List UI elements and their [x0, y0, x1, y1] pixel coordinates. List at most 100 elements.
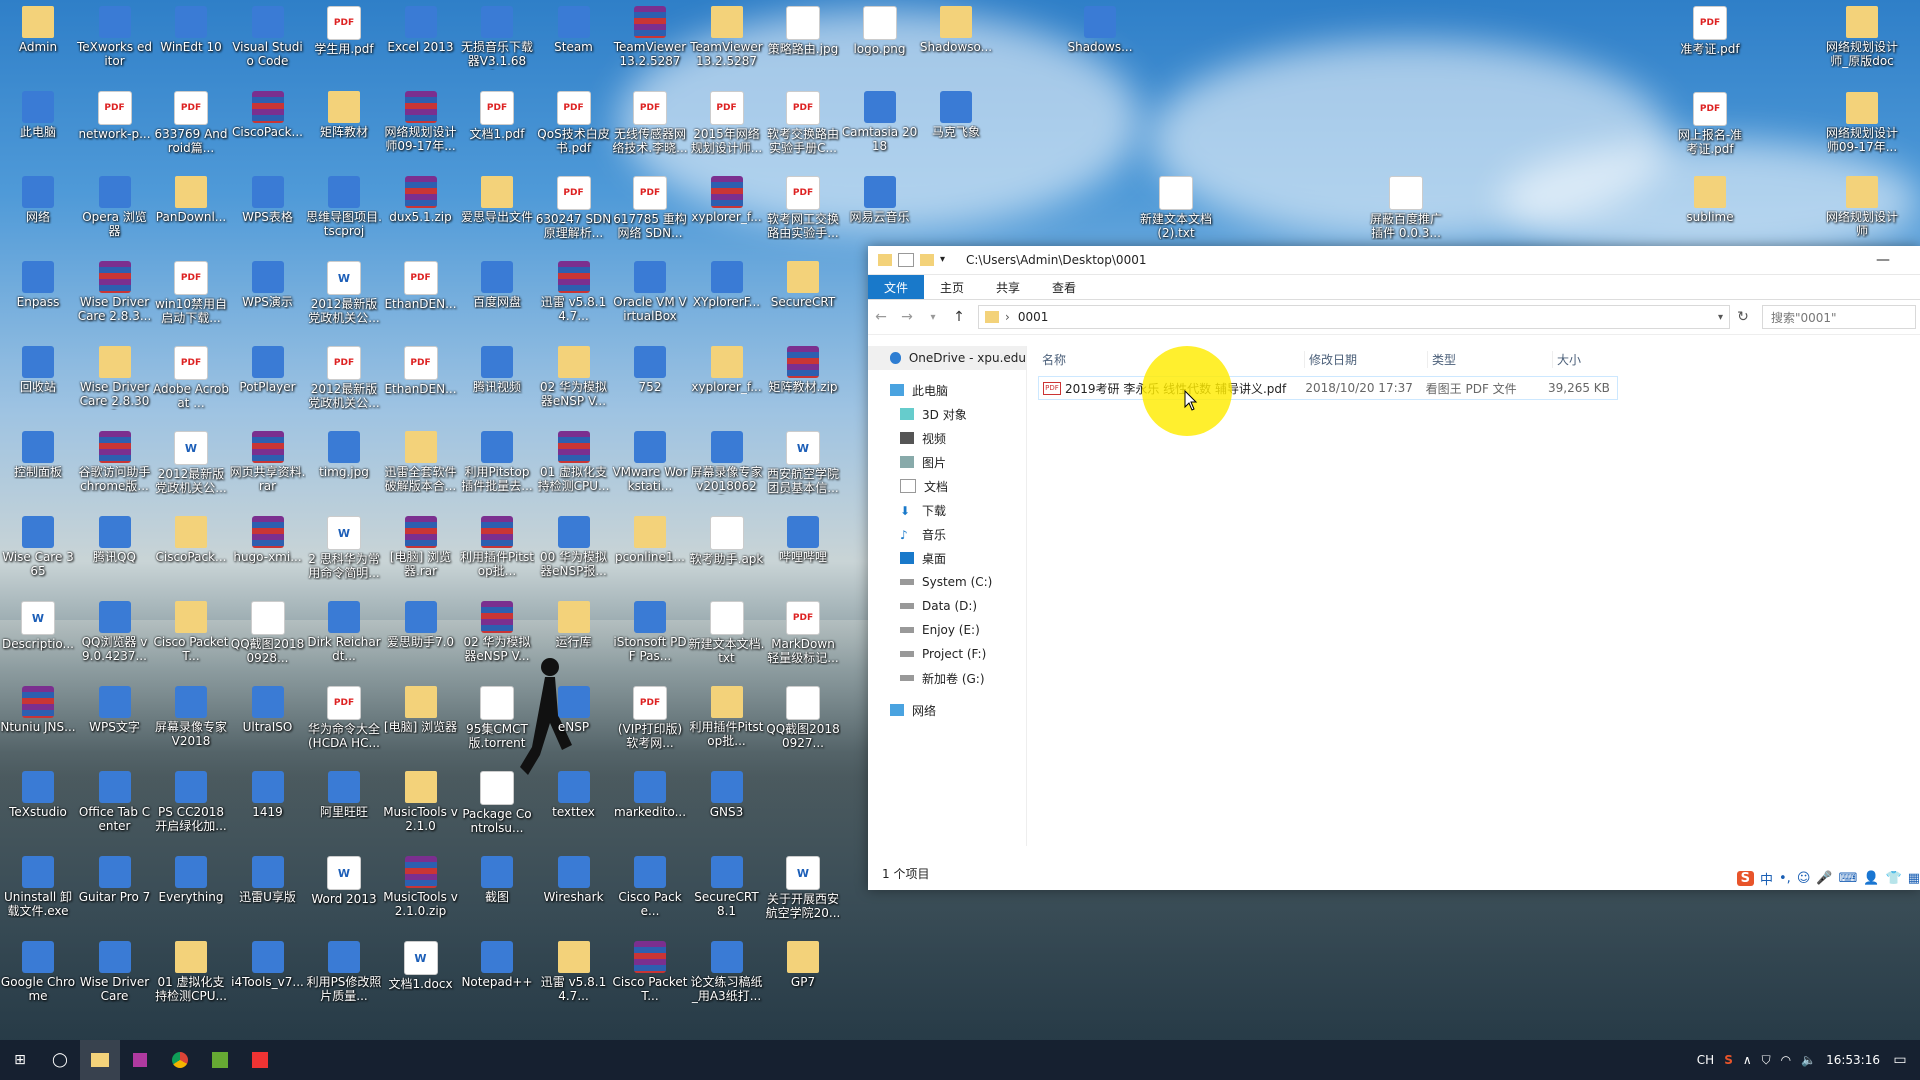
desktop-icon-item[interactable]: SecureCRT — [765, 259, 841, 343]
desktop-icon-item[interactable]: 752 — [612, 344, 688, 428]
desktop-icon-item[interactable]: PDF EthanDEN... — [383, 344, 459, 428]
user-icon[interactable]: 👤 — [1863, 871, 1879, 886]
up-button[interactable]: ↑ — [946, 309, 972, 325]
nav-item-3d-objects[interactable]: 3D 对象 — [868, 402, 1026, 426]
desktop-icon-item[interactable]: 屏幕录像专家v20180628... — [689, 429, 765, 513]
desktop-icon-item[interactable]: QQ浏览器 v9.0.4237... — [77, 599, 153, 683]
desktop-icon-item[interactable]: 截图 — [459, 854, 535, 938]
desktop-icon-item[interactable]: 马克飞象 — [918, 89, 994, 173]
desktop-icon-item[interactable]: PDF 617785 重构网络 SDN... — [612, 174, 688, 258]
desktop-icon-item[interactable]: MusicTools v2.1.0.zip — [383, 854, 459, 938]
desktop-icon-item[interactable]: 控制面板 — [0, 429, 76, 513]
wifi-icon[interactable]: ◠ — [1781, 1053, 1791, 1067]
desktop-icon-item[interactable]: 02 华为模拟器eNSP V... — [536, 344, 612, 428]
emoji-icon[interactable]: ☺ — [1797, 871, 1811, 886]
ime-toolbar[interactable]: S 中 •, ☺ 🎤 ⌨ 👤 👕 ▦ — [1736, 869, 1920, 888]
desktop-icon-item[interactable]: PDF win10禁用自启动下载... — [153, 259, 229, 343]
taskbar-explorer-icon[interactable] — [80, 1040, 120, 1080]
desktop-icon-item[interactable]: 01 虚拟化支持检测CPU... — [153, 939, 229, 1023]
nav-item-drive-f[interactable]: Project (F:) — [868, 642, 1026, 666]
desktop-icon-item[interactable]: dux5.1.zip — [383, 174, 459, 258]
desktop-icon-item[interactable]: 网络规划设计师_原版doc — [1824, 4, 1900, 88]
desktop-icon-item[interactable]: Package Controlsu... — [459, 769, 535, 853]
desktop-icon-item[interactable]: 谷歌访问助手chrome版... — [77, 429, 153, 513]
language-indicator[interactable]: CH — [1697, 1053, 1714, 1067]
nav-item-this-pc[interactable]: 此电脑 — [868, 378, 1026, 402]
desktop-icon-item[interactable]: Google Chrome — [0, 939, 76, 1023]
desktop-icon-item[interactable]: iStonsoft PDF Pas... — [612, 599, 688, 683]
desktop-icon-item[interactable]: 迅雷全套软件破解版本合... — [383, 429, 459, 513]
desktop-icon-item[interactable]: Wise Care 365 — [0, 514, 76, 598]
properties-icon[interactable] — [898, 253, 914, 267]
tab-view[interactable]: 查看 — [1036, 275, 1092, 299]
desktop-icon-item[interactable]: PDF 633769 Android篇... — [153, 89, 229, 173]
desktop-icon-item[interactable]: TeXworks editor — [77, 4, 153, 88]
nav-item-downloads[interactable]: ⬇ 下载 — [868, 498, 1026, 522]
desktop-icon-item[interactable]: 百度网盘 — [459, 259, 535, 343]
tray-expand-icon[interactable]: ∧ — [1743, 1053, 1752, 1067]
desktop-icon-item[interactable]: QQ截图20180928... — [230, 599, 306, 683]
desktop-icon-item[interactable]: PDF (VIP打印版) 软考网... — [612, 684, 688, 768]
desktop-icon-item[interactable]: PDF MarkDown 轻量级标记... — [765, 599, 841, 683]
desktop-icon-item[interactable]: TeamViewer 13.2.5287 ... — [689, 4, 765, 88]
desktop-icon-item[interactable]: CiscoPack... — [153, 514, 229, 598]
nav-item-documents[interactable]: 文档 — [868, 474, 1026, 498]
desktop-icon-item[interactable]: Everything — [153, 854, 229, 938]
desktop-icon-item[interactable]: XYplorerF... — [689, 259, 765, 343]
desktop-icon-item[interactable]: 迅雷 v5.8.14.7... — [536, 939, 612, 1023]
volume-icon[interactable]: 🔈 — [1801, 1053, 1816, 1067]
desktop-icon-item[interactable]: 爱思助手7.0 — [383, 599, 459, 683]
desktop-icon-item[interactable]: W Word 2013 — [306, 854, 382, 938]
chevron-down-icon[interactable]: ▾ — [940, 254, 954, 266]
desktop-icon-item[interactable]: W2 思科华为常用命令简明... — [306, 514, 382, 598]
desktop-icon-item[interactable]: 论文练习稿纸_用A3纸打... — [689, 939, 765, 1023]
desktop-icon-item[interactable]: 1419 — [230, 769, 306, 853]
desktop-icon-item[interactable]: 新建文本文档.txt — [689, 599, 765, 683]
desktop-icon-item[interactable]: Opera 浏览器 — [77, 174, 153, 258]
desktop-icon-item[interactable]: i4Tools_v7... — [230, 939, 306, 1023]
desktop-icon-item[interactable]: PDF 学生用.pdf — [306, 4, 382, 88]
column-type[interactable]: 类型 — [1427, 350, 1552, 368]
forward-button[interactable]: → — [894, 309, 920, 325]
sogou-tray-icon[interactable]: S — [1724, 1053, 1733, 1067]
desktop-icon-item[interactable]: WPS演示 — [230, 259, 306, 343]
desktop-icon-item[interactable]: W 2012最新版党政机关公... — [153, 429, 229, 513]
desktop-icon-item[interactable]: PDF 2015年网络规划设计师... — [689, 89, 765, 173]
nav-item-drive-g[interactable]: 新加卷 (G:) — [868, 666, 1026, 690]
recent-dropdown-icon[interactable]: ▾ — [920, 312, 946, 323]
tab-file[interactable]: 文件 — [868, 275, 925, 299]
search-input[interactable]: 搜索"0001" — [1762, 305, 1916, 329]
desktop-icon-item[interactable]: CiscoPack... — [230, 89, 306, 173]
desktop-icon-item[interactable]: 迅雷U享版 — [230, 854, 306, 938]
tab-share[interactable]: 共享 — [980, 275, 1036, 299]
desktop-icon-item[interactable]: Steam — [536, 4, 612, 88]
desktop-icon-item[interactable]: 01 虚拟化支持检测CPU... — [536, 429, 612, 513]
desktop-icon-item[interactable]: 网络规划设计师09-17年... — [383, 89, 459, 173]
desktop-icon-item[interactable]: 利用PS修改照片质量... — [306, 939, 382, 1023]
refresh-icon[interactable]: ↻ — [1730, 309, 1756, 325]
cortana-icon[interactable]: ◯ — [40, 1040, 80, 1080]
desktop-icon-item[interactable]: Cisco Packet T... — [153, 599, 229, 683]
desktop-icon-item[interactable]: 利用插件Pitstop批... — [689, 684, 765, 768]
desktop-icon-item[interactable]: UltraISO — [230, 684, 306, 768]
desktop-icon-item[interactable]: PDF network-p... — [77, 89, 153, 173]
nav-item-drive-c[interactable]: System (C:) — [868, 570, 1026, 594]
tab-home[interactable]: 主页 — [924, 275, 980, 299]
desktop-icon-item[interactable]: 00 华为模拟器eNSP报... — [536, 514, 612, 598]
desktop-icon-item[interactable]: 无损音乐下载器V3.1.684... — [459, 4, 535, 88]
desktop-icon-item[interactable]: PDF Adobe Acrobat ... — [153, 344, 229, 428]
desktop-icon-item[interactable]: 爱思导出文件 — [459, 174, 535, 258]
desktop-icon-item[interactable]: W 2012最新版党政机关公... — [306, 259, 382, 343]
desktop-icon-item[interactable]: 回收站 — [0, 344, 76, 428]
grid-icon[interactable]: ▦ — [1908, 871, 1920, 886]
new-folder-icon[interactable] — [920, 254, 934, 266]
desktop-icon-item[interactable]: 95集CMCT版.torrent — [459, 684, 535, 768]
desktop-icon-item[interactable]: Ntuniu JNS... — [0, 684, 76, 768]
desktop-icon-item[interactable]: PDF 软考交换路由实验手册C... — [765, 89, 841, 173]
desktop-icon-item[interactable]: 利用插件Pitstop批... — [459, 514, 535, 598]
chevron-down-icon[interactable]: ▾ — [1718, 312, 1723, 323]
desktop-icon-item[interactable]: TeamViewer 13.2.5287 ... — [612, 4, 688, 88]
start-windows-icon[interactable]: ⊞ — [0, 1040, 40, 1080]
desktop-icon-item[interactable]: WPS文字 — [77, 684, 153, 768]
desktop-icon-item[interactable]: W 文档1.docx — [383, 939, 459, 1023]
